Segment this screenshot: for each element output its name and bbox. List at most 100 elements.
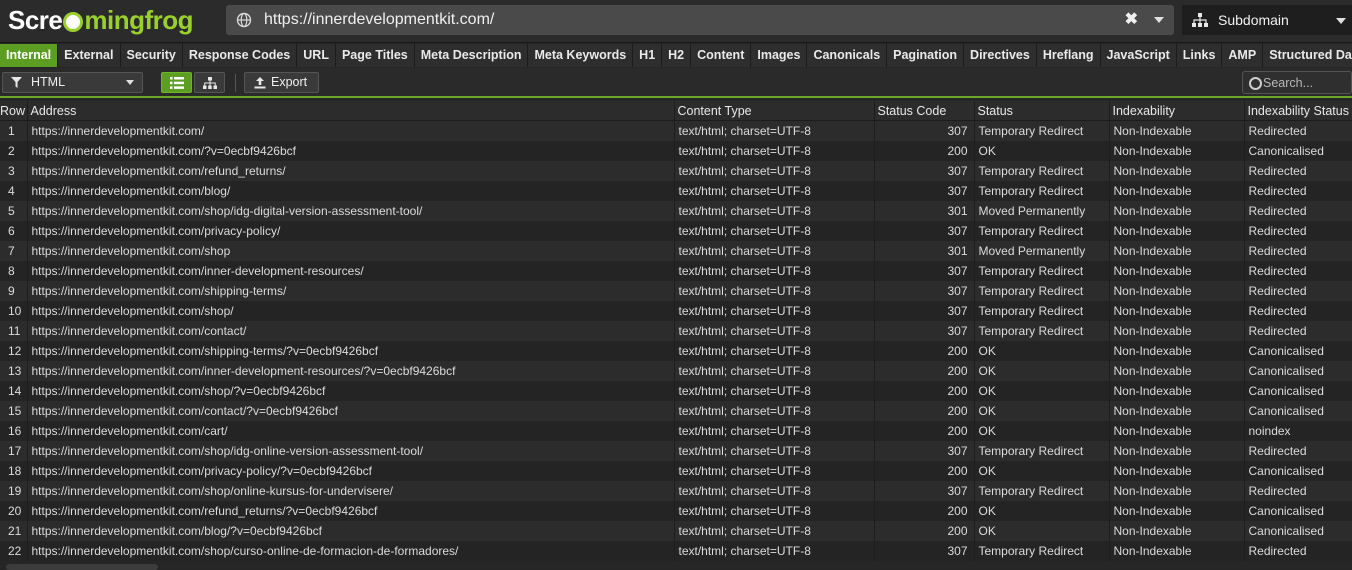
- column-header-row[interactable]: Row: [0, 101, 28, 121]
- tab-response-codes[interactable]: Response Codes: [182, 44, 298, 67]
- cell-address: https://innerdevelopmentkit.com/privacy-…: [27, 221, 675, 241]
- table-row[interactable]: 22 https://innerdevelopmentkit.com/shop/c…: [0, 541, 1352, 561]
- filter-value: HTML: [31, 75, 66, 89]
- cell-row-number: 2: [0, 141, 28, 161]
- table-row[interactable]: 3 https://innerdevelopmentkit.com/refund_…: [0, 161, 1352, 181]
- tab-pagination[interactable]: Pagination: [887, 44, 965, 67]
- tab-javascript[interactable]: JavaScript: [1100, 44, 1177, 67]
- table-row[interactable]: 13 https://innerdevelopmentkit.com/inner-…: [0, 361, 1352, 381]
- cell-status: Temporary Redirect: [974, 301, 1110, 321]
- cell-indexability: Non-Indexable: [1109, 181, 1245, 201]
- table-row[interactable]: 2 https://innerdevelopmentkit.com/?v=0ecb…: [0, 141, 1352, 161]
- table-row[interactable]: 18 https://innerdevelopmentkit.com/privac…: [0, 461, 1352, 481]
- filter-funnel-icon: [11, 77, 22, 88]
- cell-content-type: text/html; charset=UTF-8: [674, 401, 875, 421]
- table-row[interactable]: 16 https://innerdevelopmentkit.com/cart/t…: [0, 421, 1352, 441]
- top-bar: Scre mingfrog https://innerdevelopmentkit…: [0, 0, 1352, 43]
- table-row[interactable]: 11 https://innerdevelopmentkit.com/contac…: [0, 321, 1352, 341]
- table-row[interactable]: 7 https://innerdevelopmentkit.com/shop tex…: [0, 241, 1352, 261]
- tab-hreflang[interactable]: Hreflang: [1036, 44, 1101, 67]
- table-row[interactable]: 4 https://innerdevelopmentkit.com/blog/te…: [0, 181, 1352, 201]
- table-row[interactable]: 19 https://innerdevelopmentkit.com/shop/o…: [0, 481, 1352, 501]
- filter-select[interactable]: HTML: [2, 72, 143, 93]
- table-row[interactable]: 20 https://innerdevelopmentkit.com/refund…: [0, 501, 1352, 521]
- cell-status: OK: [974, 461, 1110, 481]
- cell-indexability: Non-Indexable: [1109, 281, 1245, 301]
- crawl-mode-select[interactable]: Subdomain: [1182, 5, 1352, 35]
- table-row[interactable]: 1 https://innerdevelopmentkit.com/text/ht…: [0, 120, 1352, 141]
- table-row[interactable]: 8 https://innerdevelopmentkit.com/inner-d…: [0, 261, 1352, 281]
- tab-meta-description[interactable]: Meta Description: [414, 44, 529, 67]
- cell-indexability: Non-Indexable: [1109, 341, 1245, 361]
- cell-content-type: text/html; charset=UTF-8: [674, 161, 875, 181]
- column-header-indexability-status[interactable]: Indexability Status: [1244, 101, 1352, 121]
- horizontal-scrollbar[interactable]: [6, 564, 158, 570]
- cell-address: https://innerdevelopmentkit.com/shipping…: [27, 341, 675, 361]
- tab-external[interactable]: External: [58, 44, 121, 67]
- table-row[interactable]: 5 https://innerdevelopmentkit.com/shop/id…: [0, 201, 1352, 221]
- cell-address: https://innerdevelopmentkit.com/inner-de…: [27, 361, 675, 381]
- list-view-button[interactable]: [161, 72, 192, 93]
- cell-indexability-status: Redirected: [1244, 261, 1352, 281]
- table-row[interactable]: 9 https://innerdevelopmentkit.com/shippin…: [0, 281, 1352, 301]
- url-bar[interactable]: https://innerdevelopmentkit.com/ ✖: [226, 5, 1174, 35]
- table-row[interactable]: 6 https://innerdevelopmentkit.com/privacy…: [0, 221, 1352, 241]
- cell-indexability: Non-Indexable: [1109, 541, 1245, 561]
- tab-page-titles[interactable]: Page Titles: [335, 44, 415, 67]
- app-logo: Scre mingfrog: [8, 5, 194, 35]
- cell-indexability: Non-Indexable: [1109, 120, 1245, 141]
- tab-images[interactable]: Images: [751, 44, 808, 67]
- tab-structured-data[interactable]: Structured Data: [1263, 44, 1352, 67]
- tab-security[interactable]: Security: [120, 44, 183, 67]
- cell-indexability: Non-Indexable: [1109, 441, 1245, 461]
- cell-indexability-status: noindex: [1244, 421, 1352, 441]
- cell-indexability-status: Redirected: [1244, 181, 1352, 201]
- export-button[interactable]: Export: [244, 72, 319, 93]
- table-row[interactable]: 21 https://innerdevelopmentkit.com/blog/?…: [0, 521, 1352, 541]
- cell-content-type: text/html; charset=UTF-8: [674, 141, 875, 161]
- table-row[interactable]: 14 https://innerdevelopmentkit.com/shop/?…: [0, 381, 1352, 401]
- tab-h1[interactable]: H1: [633, 44, 663, 67]
- tree-view-button[interactable]: [194, 72, 225, 93]
- cell-status-code: 200: [874, 141, 975, 161]
- table-row[interactable]: 15 https://innerdevelopmentkit.com/contac…: [0, 401, 1352, 421]
- table-row[interactable]: 10 https://innerdevelopmentkit.com/shop/t…: [0, 301, 1352, 321]
- table-row[interactable]: 17 https://innerdevelopmentkit.com/shop/i…: [0, 441, 1352, 461]
- tab-url[interactable]: URL: [297, 44, 336, 67]
- tab-amp[interactable]: AMP: [1222, 44, 1264, 67]
- url-text[interactable]: https://innerdevelopmentkit.com/: [264, 5, 494, 35]
- tab-links[interactable]: Links: [1176, 44, 1223, 67]
- cell-status-code: 307: [874, 161, 975, 181]
- search-input[interactable]: [1263, 73, 1349, 92]
- tab-canonicals[interactable]: Canonicals: [807, 44, 888, 67]
- cell-status: Temporary Redirect: [974, 481, 1110, 501]
- cell-indexability: Non-Indexable: [1109, 321, 1245, 341]
- cell-indexability-status: Canonicalised: [1244, 361, 1352, 381]
- column-header-content-type[interactable]: Content Type: [674, 101, 875, 121]
- cell-row-number: 11: [0, 321, 28, 341]
- clear-url-icon[interactable]: ✖: [1125, 5, 1138, 35]
- cell-content-type: text/html; charset=UTF-8: [674, 221, 875, 241]
- tab-internal[interactable]: Internal: [0, 44, 59, 67]
- cell-address: https://innerdevelopmentkit.com/shop/?v=…: [27, 381, 675, 401]
- url-history-chevron-down-icon[interactable]: [1154, 17, 1164, 23]
- column-header-address[interactable]: Address: [27, 101, 675, 121]
- cell-status: Temporary Redirect: [974, 321, 1110, 341]
- column-header-status[interactable]: Status: [974, 101, 1110, 121]
- search-box[interactable]: [1242, 71, 1352, 94]
- tab-h2[interactable]: H2: [662, 44, 692, 67]
- cell-indexability-status: Redirected: [1244, 120, 1352, 141]
- tab-content[interactable]: Content: [691, 44, 752, 67]
- column-header-status-code[interactable]: Status Code: [874, 101, 975, 121]
- tab-directives[interactable]: Directives: [964, 44, 1037, 67]
- cell-content-type: text/html; charset=UTF-8: [674, 120, 875, 141]
- tab-meta-keywords[interactable]: Meta Keywords: [528, 44, 634, 67]
- cell-indexability-status: Canonicalised: [1244, 501, 1352, 521]
- column-header-indexability[interactable]: Indexability: [1109, 101, 1245, 121]
- cell-indexability: Non-Indexable: [1109, 461, 1245, 481]
- table-row[interactable]: 12 https://innerdevelopmentkit.com/shippi…: [0, 341, 1352, 361]
- cell-row-number: 8: [0, 261, 28, 281]
- tree-icon: [203, 77, 217, 89]
- logo-text-end: mingfrog: [84, 5, 194, 35]
- cell-status-code: 307: [874, 481, 975, 501]
